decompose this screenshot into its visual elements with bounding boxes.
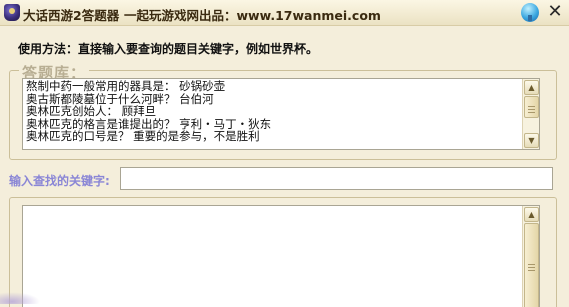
scroll-up-button[interactable]: ▲	[524, 80, 539, 95]
search-label: 输入查找的关键字:	[9, 174, 110, 188]
question-list-item[interactable]: 奥林匹克创始人： 顾拜旦	[26, 105, 518, 118]
search-results-list[interactable]: ▲	[22, 205, 540, 307]
title-bar: 大话西游2答题器 一起玩游戏网出品：www.17wanmei.com ✕	[0, 0, 569, 26]
close-icon[interactable]: ✕	[545, 2, 565, 22]
usage-instructions: 使用方法：直接输入要查询的题目关键字，例如世界杯。	[18, 42, 319, 56]
question-list-item[interactable]: 奥林匹克的格言是谁提出的？ 亨利・马丁・狄东	[26, 118, 518, 131]
question-list-item[interactable]: 奥林匹克的口号是？ 重要的是参与，不是胜利	[26, 130, 518, 143]
scroll-thumb[interactable]	[524, 96, 539, 118]
pin-icon[interactable]	[521, 3, 539, 22]
window-title: 大话西游2答题器	[23, 8, 120, 23]
question-bank-scrollbar[interactable]: ▲ ▼	[522, 79, 539, 149]
app-logo-icon	[4, 4, 20, 21]
watermark-logo	[0, 292, 40, 304]
publisher-line: 一起玩游戏网出品：www.17wanmei.com	[124, 8, 381, 23]
question-list: 熬制中药一般常用的器具是： 砂锅砂壶 奥古斯都陵墓位于什么河畔？ 台伯河 奥林匹克创…	[26, 80, 518, 143]
results-scroll-thumb[interactable]	[524, 223, 539, 307]
results-scrollbar[interactable]: ▲	[522, 206, 539, 307]
keyword-search-input[interactable]	[120, 167, 553, 190]
question-list-item[interactable]: 奥古斯都陵墓位于什么河畔？ 台伯河	[26, 93, 518, 106]
question-bank-list[interactable]: 熬制中药一般常用的器具是： 砂锅砂壶 奥古斯都陵墓位于什么河畔？ 台伯河 奥林匹克创…	[22, 78, 540, 150]
question-list-item[interactable]: 熬制中药一般常用的器具是： 砂锅砂壶	[26, 80, 518, 93]
scroll-down-button[interactable]: ▼	[524, 133, 539, 148]
results-scroll-up-button[interactable]: ▲	[524, 207, 539, 222]
